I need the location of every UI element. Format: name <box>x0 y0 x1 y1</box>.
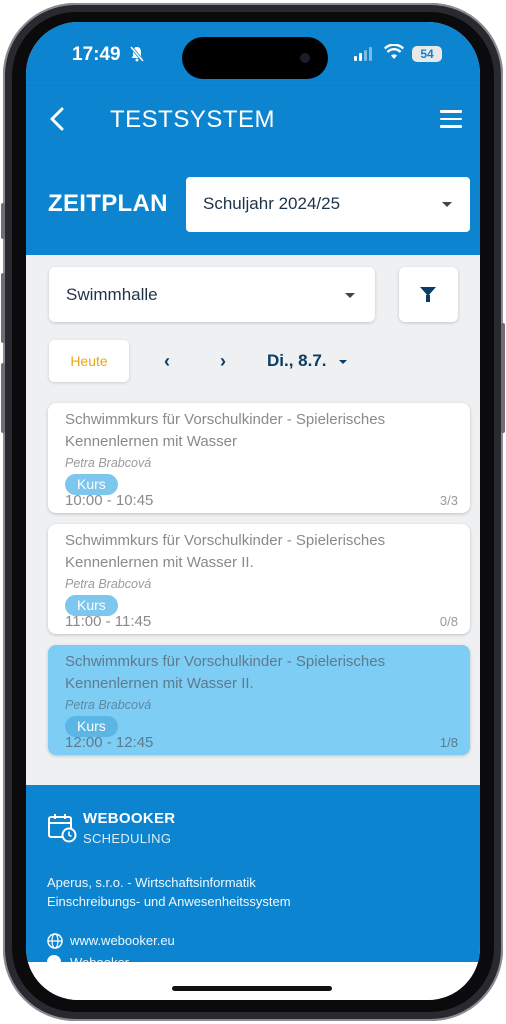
filter-button[interactable] <box>399 267 458 322</box>
event-time: 11:00 - 11:45 <box>65 613 152 630</box>
bell-muted-icon <box>129 46 145 65</box>
event-title: Schwimmkurs für Vorschulkinder - Spieler… <box>65 411 386 450</box>
wifi-icon <box>383 43 405 65</box>
event-title: Schwimmkurs für Vorschulkinder - Spieler… <box>65 653 386 692</box>
event-instructor: Petra Brabcová <box>65 577 152 591</box>
event-card[interactable]: Schwimmkurs für Vorschulkinder - Spieler… <box>48 524 470 634</box>
chevron-down-icon <box>345 293 355 298</box>
today-button[interactable]: Heute <box>49 340 129 382</box>
room-value: Swimmhalle <box>66 285 158 304</box>
event-capacity: 1/8 <box>439 735 458 750</box>
signal-icon <box>354 47 372 61</box>
next-day-button[interactable]: › <box>220 351 226 372</box>
schedule-content: Swimmhalle Heute ‹ › Di., 8.7. Schwimmku… <box>26 255 480 785</box>
event-instructor: Petra Brabcová <box>65 456 152 470</box>
status-time: 17:49 <box>72 44 121 65</box>
company-line: Aperus, s.r.o. - Wirtschaftsinformatik <box>47 875 256 890</box>
room-select[interactable]: Swimmhalle <box>49 267 375 322</box>
app-bar: TESTSYSTEM <box>26 86 480 154</box>
power-button <box>501 323 505 433</box>
camera-icon <box>300 53 310 63</box>
footer: WEBOOKER SCHEDULING Aperus, s.r.o. - Wir… <box>26 785 480 970</box>
school-year-select[interactable]: Schuljahr 2024/25 <box>186 177 470 232</box>
company-line: Einschreibungs- und Anwesenheitssystem <box>47 894 291 909</box>
schedule-header: ZEITPLAN Schuljahr 2024/25 <box>26 154 480 255</box>
bottom-safe-area <box>26 962 480 1000</box>
volume-down-button <box>1 363 5 433</box>
event-title: Schwimmkurs für Vorschulkinder - Spieler… <box>65 532 386 571</box>
company-info: Aperus, s.r.o. - Wirtschaftsinformatik E… <box>47 873 291 911</box>
event-capacity: 3/3 <box>439 493 458 508</box>
hamburger-menu-icon[interactable] <box>440 110 462 133</box>
calendar-clock-icon <box>47 813 77 848</box>
brand-name: WEBOOKER <box>83 810 176 827</box>
dynamic-island <box>182 37 328 79</box>
brand-tagline: SCHEDULING <box>83 831 172 846</box>
caret-down-icon <box>339 360 347 364</box>
event-instructor: Petra Brabcová <box>65 698 152 712</box>
volume-up-button <box>1 273 5 343</box>
back-arrow-icon[interactable] <box>46 104 68 139</box>
event-card[interactable]: Schwimmkurs für Vorschulkinder - Spieler… <box>48 403 470 513</box>
event-capacity: 0/8 <box>439 614 458 629</box>
previous-day-button[interactable]: ‹ <box>164 351 170 372</box>
battery-icon: 54 <box>412 46 442 62</box>
date-picker[interactable]: Di., 8.7. <box>267 351 327 371</box>
home-indicator[interactable] <box>172 986 332 991</box>
event-time: 12:00 - 12:45 <box>65 734 154 751</box>
page-title: ZEITPLAN <box>48 190 168 217</box>
status-bar: 17:49 54 <box>26 22 480 86</box>
school-year-value: Schuljahr 2024/25 <box>203 194 341 213</box>
globe-icon <box>47 933 63 954</box>
screen: 17:49 54 TESTSYSTEM ZEITPLAN Schuljahr 2… <box>26 22 480 1000</box>
chevron-down-icon <box>442 202 452 207</box>
silent-switch <box>1 203 5 239</box>
event-card-selected[interactable]: Schwimmkurs für Vorschulkinder - Spieler… <box>48 645 470 755</box>
app-title: TESTSYSTEM <box>110 106 276 133</box>
website-link[interactable]: www.webooker.eu <box>70 933 175 948</box>
event-time: 10:00 - 10:45 <box>65 492 154 509</box>
